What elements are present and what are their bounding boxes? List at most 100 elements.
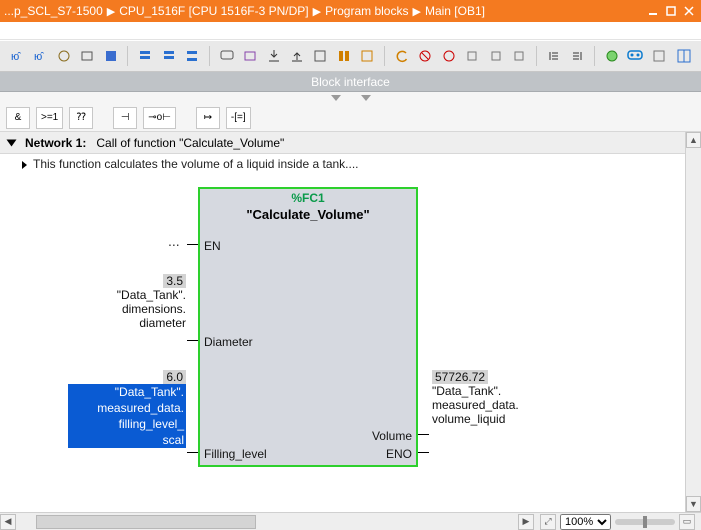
block-symbolic-name: %FC1 [200,189,416,205]
network-description: This function calculates the volume of a… [33,157,359,171]
indent-right-icon[interactable] [567,45,588,67]
monitor-icon[interactable] [624,45,645,67]
and-instruction-button[interactable]: & [6,107,30,129]
delete-icon[interactable] [415,45,436,67]
chart-icon[interactable] [601,45,622,67]
empty-box-button[interactable]: ⁇ [69,107,93,129]
fbd-canvas[interactable]: %FC1 "Calculate_Volume" EN Diameter Fill… [0,173,685,503]
expand-icon[interactable] [7,139,17,146]
tool-icon[interactable] [485,45,506,67]
zoom-reset-button[interactable]: ▭ [679,514,695,530]
pin-volume[interactable]: Volume [372,429,412,443]
input-tag-diameter[interactable]: 3.5 "Data_Tank". dimensions. diameter [88,274,186,330]
tool-icon[interactable] [357,45,378,67]
insert-row-icon[interactable] [134,45,155,67]
insert-row-icon[interactable] [158,45,179,67]
spacer-row [0,22,701,40]
tag-line: dimensions. [88,302,186,316]
expand-icon[interactable] [22,161,27,169]
layout-icon[interactable] [673,45,694,67]
tag-line-selected: scal [68,432,186,448]
contact-button[interactable]: ⊣ [113,107,137,129]
tag-value: 57726.72 [432,370,488,384]
branch-button[interactable]: ↦ [196,107,220,129]
interface-collapse-row[interactable] [0,92,701,104]
pin-filling[interactable]: Filling_level [204,447,267,461]
network-title: Call of function "Calculate_Volume" [96,136,284,150]
chevron-down-icon [361,95,371,101]
breadcrumb-segment[interactable]: CPU_1516F [CPU 1516F-3 PN/DP] [119,4,308,18]
tag-line: "Data_Tank". [432,384,552,398]
tag-icon[interactable] [239,45,260,67]
coil-button[interactable]: -[=] [226,107,251,129]
vertical-scrollbar[interactable]: ▲ ▼ [685,132,701,512]
fc-block[interactable]: %FC1 "Calculate_Volume" EN Diameter Fill… [198,187,418,467]
ellipsis-input[interactable]: ... [168,233,180,249]
scroll-track[interactable] [16,514,518,530]
breadcrumb-segment[interactable]: Program blocks [325,4,408,18]
zoom-slider[interactable] [615,519,675,525]
neg-contact-button[interactable]: ⊸o⊢ [143,107,176,129]
editor-area: Network 1: Call of function "Calculate_V… [0,132,701,530]
breadcrumb-segment[interactable]: Main [OB1] [425,4,485,18]
zoom-slider-knob[interactable] [643,516,647,528]
tag-line-selected: "Data_Tank". [68,384,186,400]
indent-left-icon[interactable] [543,45,564,67]
tool-icon[interactable] [53,45,74,67]
upload-icon[interactable] [286,45,307,67]
refresh-icon[interactable] [391,45,412,67]
tag-value: 6.0 [163,370,186,384]
block-interface-header[interactable]: Block interface [0,72,701,92]
output-tag-volume[interactable]: 57726.72 "Data_Tank". measured_data. vol… [432,370,552,426]
or-instruction-button[interactable]: >=1 [36,107,63,129]
breadcrumb-sep: ▶ [412,5,420,18]
maximize-button[interactable] [663,4,679,18]
zoom-fit-button[interactable]: ⤢ [540,514,556,530]
input-tag-filling-level[interactable]: 6.0 "Data_Tank". measured_data. filling_… [68,370,186,448]
save-icon[interactable] [100,45,121,67]
scroll-right-button[interactable]: ▶ [518,514,534,530]
tool-icon[interactable] [76,45,97,67]
network-description-row[interactable]: This function calculates the volume of a… [0,154,685,173]
tag-line: "Data_Tank". [88,288,186,302]
wire [187,244,198,245]
comment-icon[interactable] [216,45,237,67]
network-header[interactable]: Network 1: Call of function "Calculate_V… [0,132,685,154]
tool-icon[interactable] [333,45,354,67]
tool-icon[interactable] [648,45,669,67]
tag-line-selected: measured_data. [68,400,186,416]
tag-value: 3.5 [163,274,186,288]
title-bar: ...p_SCL_S7-1500 ▶ CPU_1516F [CPU 1516F-… [0,0,701,22]
tool-icon[interactable] [438,45,459,67]
network-label: Network 1: [25,136,86,150]
goto-prev-icon[interactable]: ю̂ [6,45,27,67]
scroll-up-button[interactable]: ▲ [686,132,701,148]
wire [418,434,429,435]
tag-line: volume_liquid [432,412,552,426]
breadcrumb-sep: ▶ [313,5,321,18]
scroll-down-button[interactable]: ▼ [686,496,701,512]
insert-row-icon[interactable] [181,45,202,67]
tool-icon[interactable] [509,45,530,67]
scroll-track[interactable] [686,148,701,496]
pin-en[interactable]: EN [204,239,221,253]
goto-next-icon[interactable]: ю̂ [29,45,50,67]
pin-diameter[interactable]: Diameter [204,335,253,349]
minimize-button[interactable] [645,4,661,18]
close-button[interactable] [681,4,697,18]
network-editor[interactable]: Network 1: Call of function "Calculate_V… [0,132,685,512]
wire [187,452,198,453]
tag-line: measured_data. [432,398,552,412]
scroll-left-button[interactable]: ◀ [0,514,16,530]
block-name: "Calculate_Volume" [200,205,416,230]
zoom-select[interactable]: 100% [560,514,611,530]
pin-eno[interactable]: ENO [386,447,412,461]
tool-icon[interactable] [462,45,483,67]
breadcrumb-sep: ▶ [107,5,115,18]
tool-icon[interactable] [310,45,331,67]
svg-text:ю̂: ю̂ [34,51,44,63]
breadcrumb-segment[interactable]: ...p_SCL_S7-1500 [4,4,103,18]
tag-line-selected: filling_level_ [68,416,186,432]
download-icon[interactable] [263,45,284,67]
scroll-thumb[interactable] [36,515,256,529]
